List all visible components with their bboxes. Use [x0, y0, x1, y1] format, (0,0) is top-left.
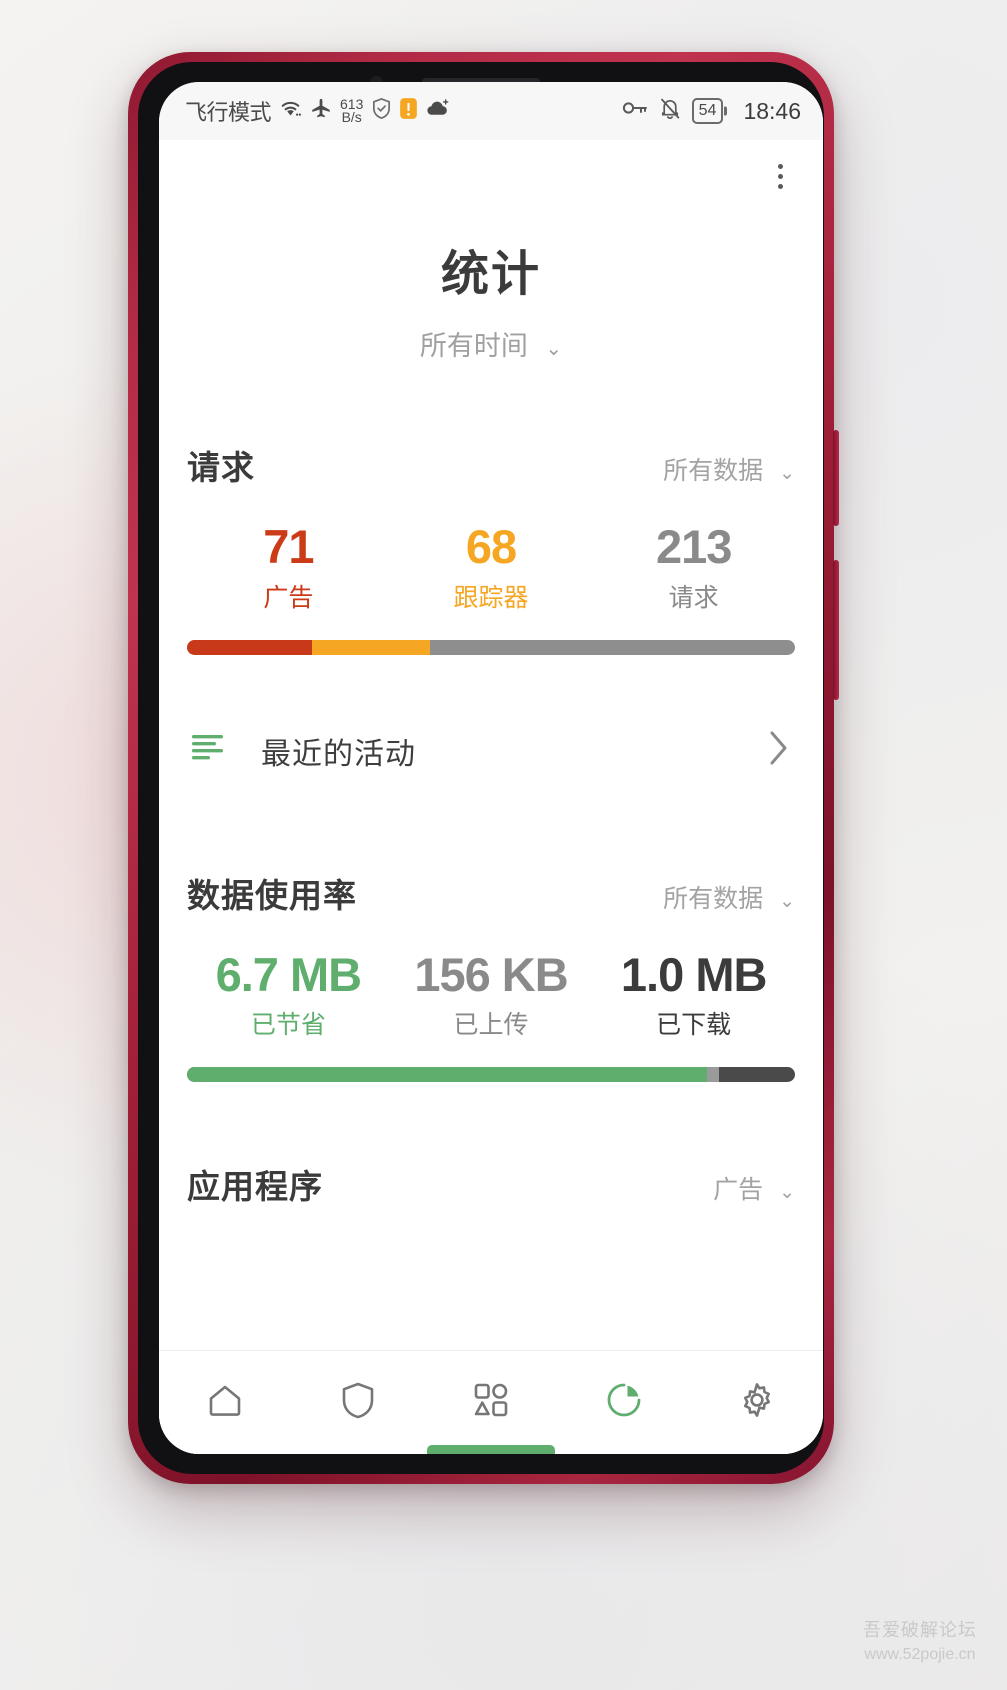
apps-section-title: 应用程序 [187, 1168, 323, 1206]
phone-screen: 飞行模式 613 B/s 54 18:46 统计 所有时间 ⌄ 请求 所有数据 … [159, 82, 823, 1454]
wifi-icon [278, 97, 303, 125]
stat-trackers-label: 跟踪器 [453, 583, 529, 612]
nav-item-statistics[interactable] [557, 1351, 690, 1454]
shield-icon [371, 97, 392, 126]
phone-frame: 飞行模式 613 B/s 54 18:46 统计 所有时间 ⌄ 请求 所有数据 … [128, 52, 839, 1484]
overflow-menu-icon[interactable] [759, 150, 801, 202]
page-title: 统计 [440, 248, 541, 301]
pie-chart-icon [603, 1379, 645, 1426]
stat-uploaded-value: 156 KB [414, 947, 568, 1001]
stat-requests-value: 213 [655, 520, 732, 573]
airplane-mode-icon [310, 97, 332, 125]
stat-uploaded-label: 已上传 [453, 1011, 529, 1040]
data-bar-uploaded-segment [706, 1067, 719, 1083]
bottom-navigation-bar [159, 1350, 823, 1454]
apps-section-header: 应用程序 广告 ⌄ [187, 1160, 795, 1208]
content-scroll-area[interactable]: 统计 所有时间 ⌄ 请求 所有数据 ⌄ 71 广告 68 跟踪器 213 请求 … [159, 140, 823, 1350]
chevron-down-icon: ⌄ [545, 338, 563, 360]
data-usage-section-title: 数据使用率 [187, 876, 357, 914]
requests-section: 请求 所有数据 ⌄ 71 广告 68 跟踪器 213 请求 最近的活动 [159, 441, 823, 791]
data-usage-section: 数据使用率 所有数据 ⌄ 6.7 MB 已节省 156 KB 已上传 1.0 M… [159, 869, 823, 1083]
chevron-right-icon [767, 729, 791, 772]
apps-filter-selector[interactable]: 广告 ⌄ [713, 1170, 795, 1206]
home-icon [204, 1379, 246, 1426]
requests-stat-row: 71 广告 68 跟踪器 213 请求 [187, 520, 795, 614]
recent-activity-label: 最近的活动 [261, 737, 416, 771]
chevron-down-icon: ⌄ [779, 1182, 795, 1204]
requests-progress-bar [187, 639, 795, 655]
requests-bar-trackers-segment [311, 639, 431, 655]
chevron-down-icon: ⌄ [779, 890, 795, 912]
recent-activity-row[interactable]: 最近的活动 [187, 711, 795, 791]
status-bar: 飞行模式 613 B/s 54 18:46 [159, 82, 823, 140]
stat-downloaded-label: 已下载 [656, 1011, 732, 1040]
requests-section-title: 请求 [187, 449, 255, 486]
stat-saved-value: 6.7 MB [215, 947, 362, 1001]
key-icon [622, 98, 648, 124]
stat-trackers: 68 跟踪器 [390, 520, 593, 614]
apps-section: 应用程序 广告 ⌄ [159, 1160, 823, 1208]
activity-list-icon [191, 733, 229, 768]
nav-item-home[interactable] [159, 1351, 292, 1454]
status-bar-left: 飞行模式 613 B/s [185, 95, 450, 127]
battery-icon: 54 [691, 98, 724, 124]
chevron-down-icon: ⌄ [779, 463, 795, 484]
stat-downloaded: 1.0 MB 已下载 [592, 947, 795, 1042]
clock-label: 18:46 [743, 97, 801, 124]
requests-filter-label: 所有数据 [663, 457, 764, 485]
data-usage-progress-bar [187, 1067, 795, 1083]
phone-bezel: 飞行模式 613 B/s 54 18:46 统计 所有时间 ⌄ 请求 所有数据 … [138, 62, 824, 1474]
status-bar-right: 54 18:46 [622, 97, 801, 126]
cloud-sync-icon [425, 97, 450, 125]
stat-uploaded: 156 KB 已上传 [390, 947, 593, 1042]
stat-trackers-value: 68 [465, 520, 517, 573]
stat-saved: 6.7 MB 已节省 [187, 947, 390, 1042]
stat-ads: 71 广告 [187, 520, 390, 614]
network-speed-unit: B/s [341, 109, 362, 125]
desk-backdrop: 飞行模式 613 B/s 54 18:46 统计 所有时间 ⌄ 请求 所有数据 … [0, 0, 1007, 1690]
stat-requests: 213 请求 [592, 520, 795, 614]
watermark-url: www.52pojie.cn [864, 1645, 976, 1663]
nav-item-settings[interactable] [690, 1351, 823, 1454]
shield-icon [337, 1379, 379, 1426]
watermark: 吾爱破解论坛 www.52pojie.cn [863, 1617, 977, 1666]
apps-filter-label: 广告 [713, 1176, 764, 1205]
warning-badge-icon [399, 96, 418, 127]
requests-bar-ads-segment [187, 639, 312, 655]
battery-level-label: 54 [698, 102, 717, 120]
app-body: 统计 所有时间 ⌄ 请求 所有数据 ⌄ 71 广告 68 跟踪器 213 请求 … [159, 140, 823, 1454]
nav-item-protection[interactable] [292, 1351, 425, 1454]
power-button[interactable] [833, 560, 839, 700]
network-speed-indicator: 613 B/s [340, 97, 363, 125]
requests-filter-selector[interactable]: 所有数据 ⌄ [663, 451, 795, 487]
gear-icon [736, 1379, 778, 1426]
period-selector-label: 所有时间 [419, 331, 528, 361]
stat-saved-label: 已节省 [250, 1011, 326, 1040]
data-usage-stat-row: 6.7 MB 已节省 156 KB 已上传 1.0 MB 已下载 [187, 947, 795, 1042]
gesture-home-indicator[interactable] [427, 1445, 555, 1454]
stat-requests-label: 请求 [668, 583, 719, 612]
watermark-title: 吾爱破解论坛 [863, 1619, 977, 1640]
nav-item-apps[interactable] [425, 1351, 558, 1454]
stat-ads-value: 71 [263, 520, 314, 573]
stat-downloaded-value: 1.0 MB [620, 947, 767, 1001]
data-bar-saved-segment [187, 1067, 707, 1083]
data-usage-filter-label: 所有数据 [663, 884, 764, 913]
apps-grid-icon [470, 1379, 512, 1426]
period-selector[interactable]: 所有时间 ⌄ [159, 324, 823, 363]
stat-ads-label: 广告 [263, 583, 314, 612]
volume-button[interactable] [833, 430, 839, 526]
bell-muted-icon [659, 97, 681, 126]
data-usage-section-header: 数据使用率 所有数据 ⌄ [187, 869, 795, 917]
data-usage-filter-selector[interactable]: 所有数据 ⌄ [663, 879, 795, 915]
requests-section-header: 请求 所有数据 ⌄ [187, 441, 795, 489]
carrier-label: 飞行模式 [185, 100, 272, 125]
